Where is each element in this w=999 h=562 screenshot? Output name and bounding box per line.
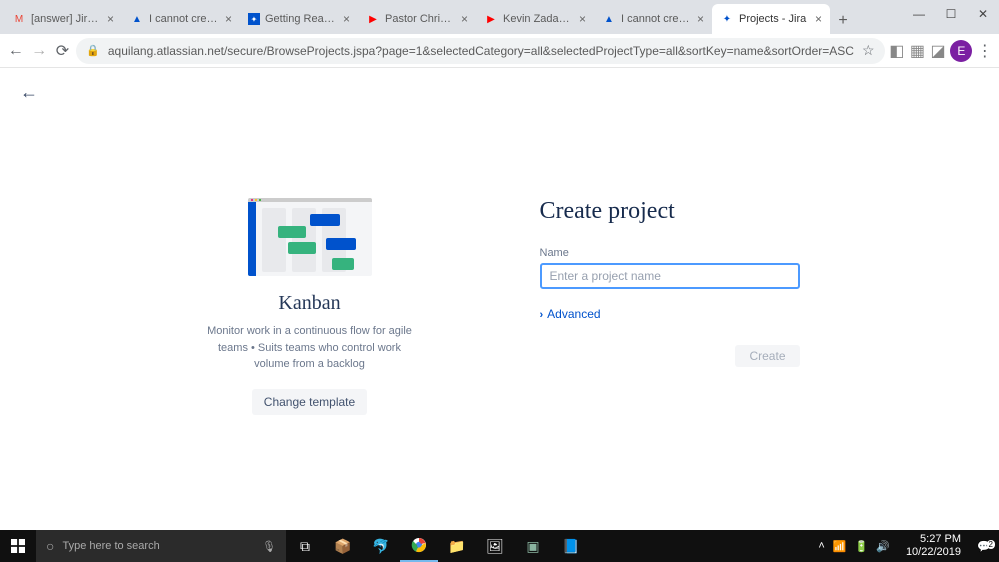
- task-view-button[interactable]: ⧉: [286, 530, 324, 562]
- youtube-icon: ▶: [484, 12, 498, 26]
- atlassian-icon: ▲: [130, 12, 144, 26]
- close-icon[interactable]: ×: [813, 12, 824, 26]
- clock-date: 10/22/2019: [906, 546, 961, 559]
- volume-icon[interactable]: 🔊: [876, 540, 890, 553]
- bookmark-star-icon[interactable]: ☆: [862, 42, 875, 59]
- address-bar[interactable]: 🔒 aquilang.atlassian.net/secure/BrowsePr…: [76, 38, 884, 64]
- close-icon[interactable]: ×: [105, 12, 116, 26]
- lock-icon: 🔒: [86, 44, 100, 57]
- url-text: aquilang.atlassian.net/secure/BrowseProj…: [108, 44, 854, 58]
- extension-icon[interactable]: ◪: [930, 39, 947, 63]
- taskbar-app-icon[interactable]: ▣: [514, 530, 552, 562]
- tab-title: [answer] Jira Serv: [31, 13, 100, 25]
- window-controls: — ☐ ✕: [903, 0, 999, 28]
- browser-tab[interactable]: ▶ Kevin Zadai - YouT ×: [476, 4, 594, 34]
- taskbar-search[interactable]: ○ Type here to search 🎙: [36, 530, 286, 562]
- notif-badge: 2: [987, 540, 995, 549]
- advanced-label: Advanced: [547, 307, 600, 321]
- template-panel: Kanban Monitor work in a continuous flow…: [200, 198, 420, 415]
- browser-menu-button[interactable]: ⋮: [976, 39, 993, 63]
- atlassian-icon: ▲: [602, 12, 616, 26]
- search-icon: ○: [46, 538, 54, 554]
- browser-tab[interactable]: ▶ Pastor Chriss Desi ×: [358, 4, 476, 34]
- browser-tab[interactable]: M [answer] Jira Serv ×: [4, 4, 122, 34]
- close-icon[interactable]: ×: [459, 12, 470, 26]
- taskbar-app-icon[interactable]: 📦: [324, 530, 362, 562]
- start-button[interactable]: [0, 530, 36, 562]
- youtube-icon: ▶: [366, 12, 380, 26]
- create-project-form: Create project Name ›Advanced Create: [540, 198, 800, 415]
- extension-icon[interactable]: ▦: [909, 39, 926, 63]
- jira-icon: ✦: [720, 12, 734, 26]
- file-explorer-icon[interactable]: 📁: [438, 530, 476, 562]
- template-title: Kanban: [200, 292, 420, 315]
- project-name-input[interactable]: [540, 263, 800, 289]
- jira-icon: ✦: [248, 13, 260, 25]
- page-content: ← Kanban Monitor work in a continuous fl…: [0, 68, 999, 488]
- chrome-app-icon[interactable]: [400, 530, 438, 562]
- nav-back-button[interactable]: ←: [6, 37, 25, 65]
- chevron-right-icon: ›: [540, 309, 544, 321]
- page-back-button[interactable]: ←: [20, 82, 38, 103]
- tab-title: Pastor Chriss Desi: [385, 13, 454, 25]
- close-icon[interactable]: ×: [577, 12, 588, 26]
- close-icon[interactable]: ×: [695, 12, 706, 26]
- profile-avatar[interactable]: E: [950, 39, 972, 63]
- taskbar-clock[interactable]: 5:27 PM 10/22/2019: [898, 533, 969, 559]
- close-window-button[interactable]: ✕: [967, 0, 999, 28]
- kanban-illustration: [248, 198, 372, 276]
- tray-chevron-icon[interactable]: ˄: [818, 540, 824, 552]
- action-center-button[interactable]: 💬2: [969, 540, 999, 553]
- maximize-button[interactable]: ☐: [935, 0, 967, 28]
- tab-title: I cannot create a n: [149, 13, 218, 25]
- nav-forward-button[interactable]: →: [29, 37, 48, 65]
- taskbar-app-icon[interactable]: 🐬: [362, 530, 400, 562]
- windows-taskbar: ○ Type here to search 🎙 ⧉ 📦 🐬 📁 🖼 ▣ 📘 ˄ …: [0, 530, 999, 562]
- browser-toolbar: ← → ⟳ 🔒 aquilang.atlassian.net/secure/Br…: [0, 34, 999, 68]
- browser-tab-active[interactable]: ✦ Projects - Jira ×: [712, 4, 830, 34]
- new-tab-button[interactable]: +: [830, 8, 856, 34]
- taskbar-app-icon[interactable]: 📘: [552, 530, 590, 562]
- browser-tab[interactable]: ▲ I cannot create a n ×: [122, 4, 240, 34]
- tab-title: Kevin Zadai - YouT: [503, 13, 572, 25]
- reload-button[interactable]: ⟳: [53, 37, 72, 65]
- tab-title: Getting Ready for: [265, 13, 336, 25]
- mic-icon[interactable]: 🎙: [262, 540, 276, 553]
- browser-tabstrip: M [answer] Jira Serv × ▲ I cannot create…: [0, 0, 999, 34]
- extension-icon[interactable]: ◧: [889, 39, 906, 63]
- change-template-button[interactable]: Change template: [252, 389, 367, 415]
- browser-tab[interactable]: ✦ Getting Ready for ×: [240, 4, 358, 34]
- name-label: Name: [540, 247, 800, 259]
- wifi-icon[interactable]: 📶: [833, 540, 847, 553]
- tab-title: I cannot create a n: [621, 13, 690, 25]
- template-description: Monitor work in a continuous flow for ag…: [200, 323, 420, 373]
- taskbar-app-icon[interactable]: 🖼: [476, 530, 514, 562]
- advanced-toggle[interactable]: ›Advanced: [540, 307, 800, 321]
- minimize-button[interactable]: —: [903, 0, 935, 28]
- tab-title: Projects - Jira: [739, 13, 808, 25]
- search-placeholder: Type here to search: [62, 540, 159, 552]
- form-heading: Create project: [540, 198, 800, 225]
- browser-tab[interactable]: ▲ I cannot create a n ×: [594, 4, 712, 34]
- battery-icon[interactable]: 🔋: [855, 540, 869, 553]
- close-icon[interactable]: ×: [341, 12, 352, 26]
- close-icon[interactable]: ×: [223, 12, 234, 26]
- system-tray[interactable]: ˄ 📶 🔋 🔊: [810, 540, 898, 553]
- create-button[interactable]: Create: [735, 345, 799, 367]
- clock-time: 5:27 PM: [906, 533, 961, 546]
- gmail-icon: M: [12, 12, 26, 26]
